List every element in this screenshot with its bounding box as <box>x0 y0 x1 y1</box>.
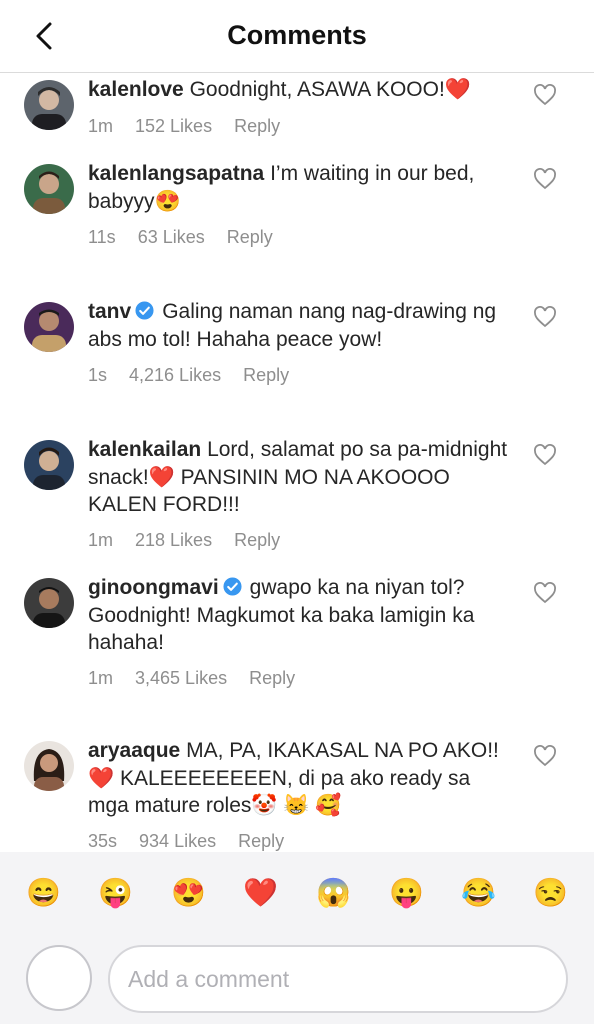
emoji-button[interactable]: 😂 <box>461 876 496 910</box>
avatar[interactable] <box>24 80 74 130</box>
comment-username[interactable]: aryaaque <box>88 739 180 762</box>
reply-button[interactable]: Reply <box>227 227 273 247</box>
comment-likes[interactable]: 152 Likes <box>135 116 212 136</box>
emoji-button[interactable]: 😄 <box>26 876 61 910</box>
comment-body: kalenlangsapatna I’m waiting in our bed,… <box>88 160 508 215</box>
comment-username[interactable]: tanv <box>88 300 131 323</box>
comment-likes[interactable]: 63 Likes <box>138 227 205 247</box>
current-user-avatar <box>26 945 92 1011</box>
avatar[interactable] <box>24 440 74 490</box>
reply-button[interactable]: Reply <box>234 116 280 136</box>
avatar[interactable] <box>24 741 74 791</box>
emoji-bar: 😄 😜 😍 ❤️ 😱 😛 😂 😒 <box>0 876 594 910</box>
comment-username[interactable]: kalenkailan <box>88 438 201 461</box>
comment-time: 35s <box>88 831 118 851</box>
comment-meta: 1m 152 Likes Reply <box>88 116 302 137</box>
comment-input[interactable] <box>108 945 568 1013</box>
like-heart-icon[interactable] <box>533 306 557 328</box>
reply-button[interactable]: Reply <box>243 365 289 385</box>
comment-likes[interactable]: 218 Likes <box>135 530 212 550</box>
avatar[interactable] <box>24 578 74 628</box>
like-heart-icon[interactable] <box>533 444 557 466</box>
verified-badge-icon <box>223 577 242 596</box>
emoji-button[interactable]: 😒 <box>533 876 568 910</box>
header: Comments <box>0 0 594 73</box>
emoji-button[interactable]: 😍 <box>171 876 206 910</box>
emoji-button[interactable]: ❤️ <box>243 876 278 910</box>
comment-username[interactable]: kalenlangsapatna <box>88 162 264 185</box>
reply-button[interactable]: Reply <box>238 831 284 851</box>
comment-time: 1m <box>88 530 114 550</box>
emoji-button[interactable]: 😛 <box>389 876 424 910</box>
comment-time: 1m <box>88 116 114 136</box>
comment-meta: 1m 218 Likes Reply <box>88 530 302 551</box>
emoji-button[interactable]: 😜 <box>98 876 133 910</box>
comment-time: 11s <box>88 227 116 247</box>
emoji-button[interactable]: 😱 <box>316 876 351 910</box>
comment-username[interactable]: ginoongmavi <box>88 576 219 599</box>
comment-body: kalenkailan Lord, salamat po sa pa-midni… <box>88 436 508 519</box>
comment-text: Goodnight, ASAWA KOOO!❤️ <box>189 78 471 101</box>
comment-body: ginoongmavi gwapo ka na niyan tol? Goodni… <box>88 574 508 657</box>
comment-likes[interactable]: 934 Likes <box>139 831 216 851</box>
like-heart-icon[interactable] <box>533 745 557 767</box>
comment-meta: 11s 63 Likes Reply <box>88 227 295 248</box>
like-heart-icon[interactable] <box>533 84 557 106</box>
comment-time: 1s <box>88 365 108 385</box>
comment-meta: 1s 4,216 Likes Reply <box>88 365 311 386</box>
comment-meta: 1m 3,465 Likes Reply <box>88 668 317 689</box>
comment-body: kalenlove Goodnight, ASAWA KOOO!❤️ <box>88 76 508 104</box>
comment-likes[interactable]: 4,216 Likes <box>129 365 221 385</box>
like-heart-icon[interactable] <box>533 168 557 190</box>
comment-likes[interactable]: 3,465 Likes <box>135 668 227 688</box>
comment-username[interactable]: kalenlove <box>88 78 184 101</box>
comment-time: 1m <box>88 668 114 688</box>
reply-button[interactable]: Reply <box>249 668 295 688</box>
like-heart-icon[interactable] <box>533 582 557 604</box>
avatar[interactable] <box>24 302 74 352</box>
comment-meta: 35s 934 Likes Reply <box>88 831 306 852</box>
avatar[interactable] <box>24 164 74 214</box>
page-title: Comments <box>227 20 367 50</box>
comment-body: tanv Galing naman nang nag-drawing ng abs… <box>88 298 508 353</box>
verified-badge-icon <box>135 301 154 320</box>
comment-body: aryaaque MA, PA, IKAKASAL NA PO AKO!!❤️ … <box>88 737 508 820</box>
reply-button[interactable]: Reply <box>234 530 280 550</box>
